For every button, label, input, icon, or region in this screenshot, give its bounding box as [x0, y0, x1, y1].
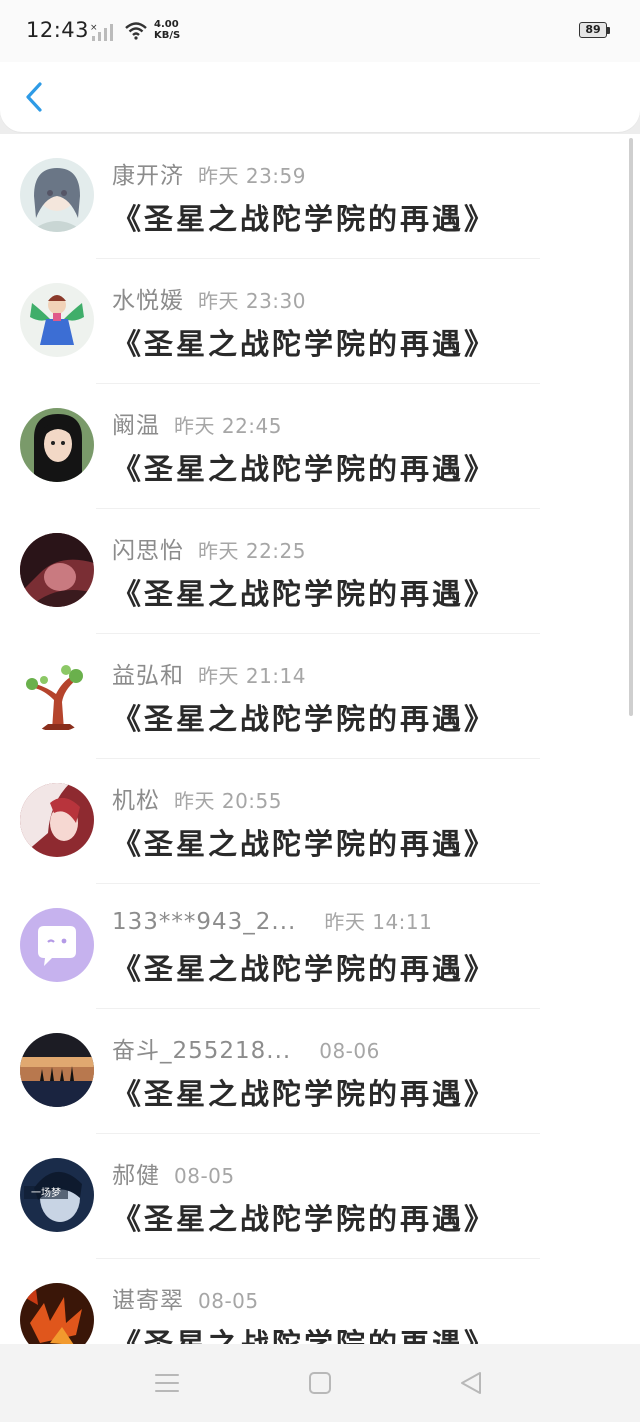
name-line: 益弘和 昨天 21:14: [112, 656, 306, 689]
avatar[interactable]: [20, 1283, 94, 1344]
svg-text:×: ×: [90, 23, 98, 33]
list-item[interactable]: 闪思怡 昨天 22:25 《圣星之战陀学院的再遇》: [0, 509, 640, 634]
nav-back-button[interactable]: [456, 1368, 486, 1398]
user-name: 闪思怡: [112, 538, 184, 564]
status-bar: 12:43 × 4.00 KB/S 89: [0, 0, 640, 62]
avatar[interactable]: [20, 658, 94, 732]
list-item[interactable]: 133***943_2... 昨天 14:11 《圣星之战陀学院的再遇》: [0, 884, 640, 1009]
avatar[interactable]: 一场梦: [20, 1158, 94, 1232]
message-text: 《圣星之战陀学院的再遇》: [112, 1202, 497, 1236]
message-text: 《圣星之战陀学院的再遇》: [112, 327, 497, 361]
home-button[interactable]: [305, 1368, 335, 1398]
timestamp: 昨天 22:25: [198, 539, 306, 563]
user-name: 奋斗_255218...: [112, 1038, 292, 1064]
message-text: 《圣星之战陀学院的再遇》: [112, 827, 497, 861]
timestamp: 昨天 14:11: [324, 910, 433, 934]
menu-icon: [155, 1374, 179, 1392]
avatar[interactable]: [20, 533, 94, 607]
name-line: 水悦媛 昨天 23:30: [112, 281, 306, 314]
timestamp: 昨天 23:30: [198, 289, 306, 313]
user-name: 郝健: [112, 1163, 160, 1189]
list-item[interactable]: 谌寄翠 08-05 《圣星之战陀学院的再遇》: [0, 1259, 640, 1344]
timestamp: 08-05: [198, 1289, 259, 1313]
list-item[interactable]: 益弘和 昨天 21:14 《圣星之战陀学院的再遇》: [0, 634, 640, 759]
name-line: 机松 昨天 20:55: [112, 781, 282, 814]
name-line: 谌寄翠 08-05: [112, 1281, 259, 1314]
wifi-icon: [125, 22, 147, 40]
message-text: 《圣星之战陀学院的再遇》: [112, 702, 497, 736]
timestamp: 08-05: [174, 1164, 235, 1188]
user-name: 益弘和: [112, 663, 184, 689]
list-item[interactable]: 奋斗_255218... 08-06 《圣星之战陀学院的再遇》: [0, 1009, 640, 1134]
timestamp: 昨天 23:59: [198, 164, 306, 188]
network-speed: 4.00 KB/S: [154, 19, 180, 41]
list-item[interactable]: 阚温 昨天 22:45 《圣星之战陀学院的再遇》: [0, 384, 640, 509]
message-text: 《圣星之战陀学院的再遇》: [112, 952, 497, 986]
user-name: 阚温: [112, 413, 160, 439]
signal-icon: ×: [90, 23, 113, 41]
list-item[interactable]: 机松 昨天 20:55 《圣星之战陀学院的再遇》: [0, 759, 640, 884]
speed-value: 4.00: [154, 19, 179, 30]
battery-level: 89: [585, 23, 601, 36]
menu-button[interactable]: [152, 1368, 182, 1398]
chevron-left-icon: [26, 82, 42, 112]
timestamp: 昨天 22:45: [174, 414, 282, 438]
name-line: 郝健 08-05: [112, 1156, 235, 1189]
avatar[interactable]: [20, 408, 94, 482]
avatar[interactable]: [20, 908, 94, 982]
avatar[interactable]: [20, 158, 94, 232]
avatar[interactable]: [20, 283, 94, 357]
battery-icon: 89: [579, 22, 611, 40]
user-name: 水悦媛: [112, 288, 184, 314]
name-line: 奋斗_255218... 08-06: [112, 1031, 380, 1064]
list-item[interactable]: 水悦媛 昨天 23:30 《圣星之战陀学院的再遇》: [0, 259, 640, 384]
list-item[interactable]: 康开济 昨天 23:59 《圣星之战陀学院的再遇》: [0, 134, 640, 259]
scrollbar[interactable]: [629, 138, 633, 716]
message-text: 《圣星之战陀学院的再遇》: [112, 452, 497, 486]
timestamp: 08-06: [319, 1039, 380, 1063]
avatar[interactable]: [20, 783, 94, 857]
timestamp: 昨天 20:55: [174, 789, 282, 813]
message-text: 《圣星之战陀学院的再遇》: [112, 577, 497, 611]
speed-unit: KB/S: [154, 30, 181, 41]
list-item[interactable]: 一场梦 郝健 08-05 《圣星之战陀学院的再遇》: [0, 1134, 640, 1259]
reader-list[interactable]: 康开济 昨天 23:59 《圣星之战陀学院的再遇》 水悦媛 昨天 23:30 《圣星…: [0, 134, 640, 1344]
user-name: 谌寄翠: [112, 1288, 184, 1314]
back-triangle-icon: [461, 1372, 481, 1394]
message-text: 《圣星之战陀学院的再遇》: [112, 1327, 497, 1344]
message-text: 《圣星之战陀学院的再遇》: [112, 1077, 497, 1111]
header-bar: [0, 62, 640, 132]
status-time: 12:43: [26, 18, 90, 42]
name-line: 康开济 昨天 23:59: [112, 156, 306, 189]
message-text: 《圣星之战陀学院的再遇》: [112, 202, 497, 236]
home-square-icon: [309, 1372, 331, 1394]
avatar[interactable]: [20, 1033, 94, 1107]
system-nav-bar: [0, 1344, 640, 1422]
user-name: 康开济: [112, 163, 184, 189]
name-line: 阚温 昨天 22:45: [112, 406, 282, 439]
name-line: 闪思怡 昨天 22:25: [112, 531, 306, 564]
user-name: 133***943_2...: [112, 909, 297, 935]
user-name: 机松: [112, 788, 160, 814]
name-line: 133***943_2... 昨天 14:11: [112, 906, 432, 936]
back-button[interactable]: [20, 78, 52, 116]
timestamp: 昨天 21:14: [198, 664, 306, 688]
avatar-badge-text: 一场梦: [31, 1186, 61, 1199]
